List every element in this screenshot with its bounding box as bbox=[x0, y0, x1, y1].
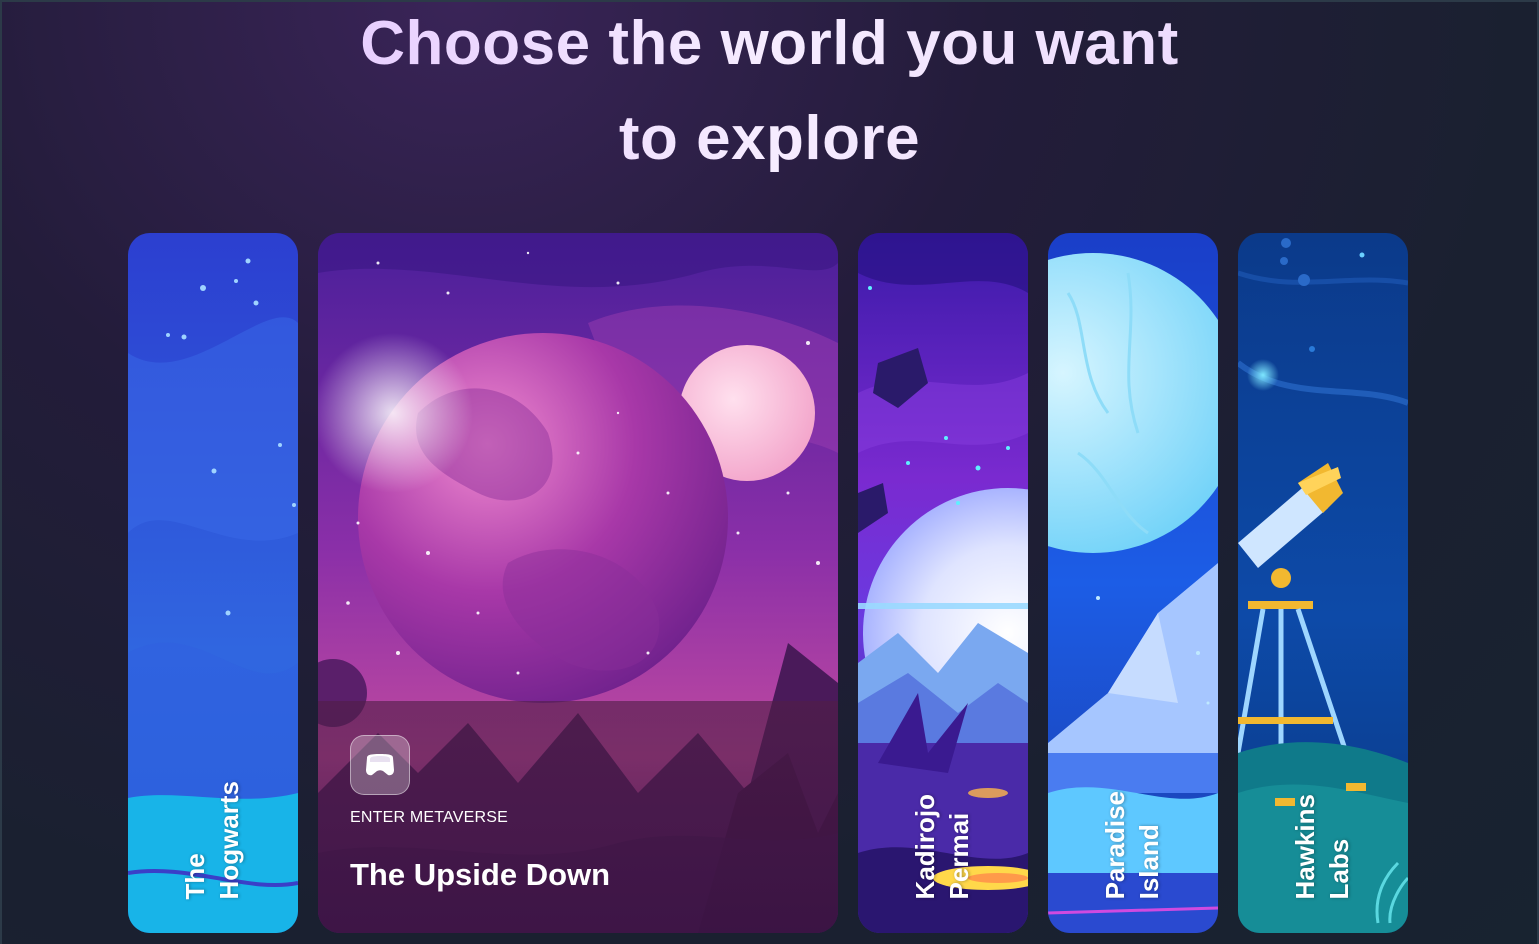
world-card-kadirojo-permai[interactable]: Kadirojo Permai bbox=[858, 233, 1028, 933]
world-card-label-line-1: Paradise bbox=[1100, 790, 1130, 899]
page-title: Choose the world you want to explore bbox=[0, 0, 1539, 186]
world-card-the-hogwarts[interactable]: The Hogwarts bbox=[128, 233, 298, 933]
page-title-line-2: to explore bbox=[618, 104, 921, 173]
world-card-label: Kadirojo Permai bbox=[908, 794, 976, 899]
world-card-label: Hawkins Labs bbox=[1288, 794, 1356, 900]
world-card-paradise-island[interactable]: Paradise Island bbox=[1048, 233, 1218, 933]
world-card-label-line-1: Hawkins bbox=[1290, 793, 1320, 900]
vr-headset-icon bbox=[366, 754, 394, 776]
world-card-title: The Upside Down bbox=[350, 857, 611, 892]
world-card-label-line-2: Island bbox=[1134, 823, 1164, 899]
world-card-label: The Hogwarts bbox=[178, 781, 246, 899]
enter-metaverse-label: ENTER METAVERSE bbox=[350, 809, 508, 826]
world-card-label-line-2: Permai bbox=[944, 812, 974, 899]
enter-metaverse-button[interactable] bbox=[350, 735, 410, 795]
world-card-label-line-2: Labs bbox=[1324, 838, 1354, 899]
world-card-label-line-1: Kadirojo bbox=[910, 793, 940, 899]
world-card-label-line-2: Hogwarts bbox=[214, 780, 244, 899]
world-card-the-upside-down[interactable]: ENTER METAVERSE The Upside Down bbox=[318, 233, 838, 933]
world-card-hawkins-labs[interactable]: Hawkins Labs bbox=[1238, 233, 1408, 933]
world-card-label-line-1: The bbox=[180, 852, 210, 899]
page-title-line-1: Choose the world you want bbox=[360, 9, 1179, 78]
world-card-label: Paradise Island bbox=[1098, 791, 1166, 899]
